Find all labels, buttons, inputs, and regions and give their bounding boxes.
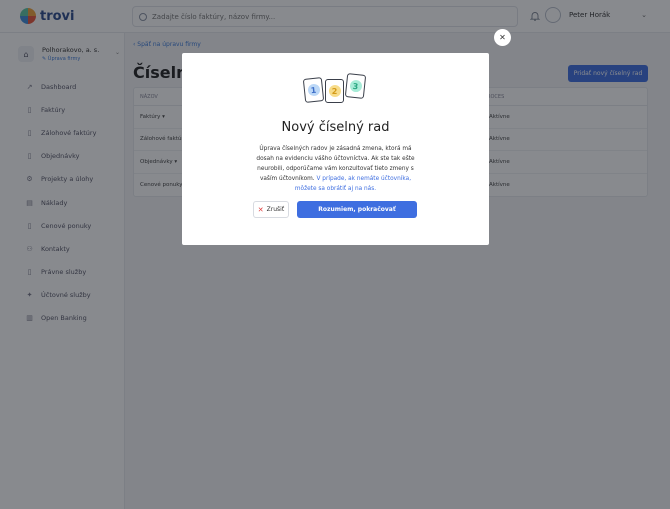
dialog-message: Úprava číselných radov je zásadná zmena,… — [252, 144, 419, 194]
number-cards-illustration: 1 2 3 — [302, 73, 368, 107]
number-card-2: 2 — [325, 79, 344, 103]
cancel-button-label: Zrušiť — [266, 206, 285, 213]
card-number: 3 — [352, 81, 359, 91]
card-number: 1 — [310, 85, 317, 95]
close-icon: ✕ — [499, 33, 506, 42]
modal-close-button[interactable]: ✕ — [494, 29, 511, 46]
dialog-title: Nový číselný rad — [281, 120, 390, 135]
cancel-button[interactable]: ✕ Zrušiť — [253, 201, 289, 218]
card-number: 2 — [331, 86, 338, 96]
new-number-series-dialog: 1 2 3 Nový číselný rad Úprava číselných … — [182, 53, 489, 245]
number-card-3: 3 — [344, 73, 367, 99]
close-icon: ✕ — [257, 205, 264, 214]
number-card-1: 1 — [302, 77, 325, 103]
confirm-button[interactable]: Rozumiem, pokračovať — [297, 201, 417, 218]
